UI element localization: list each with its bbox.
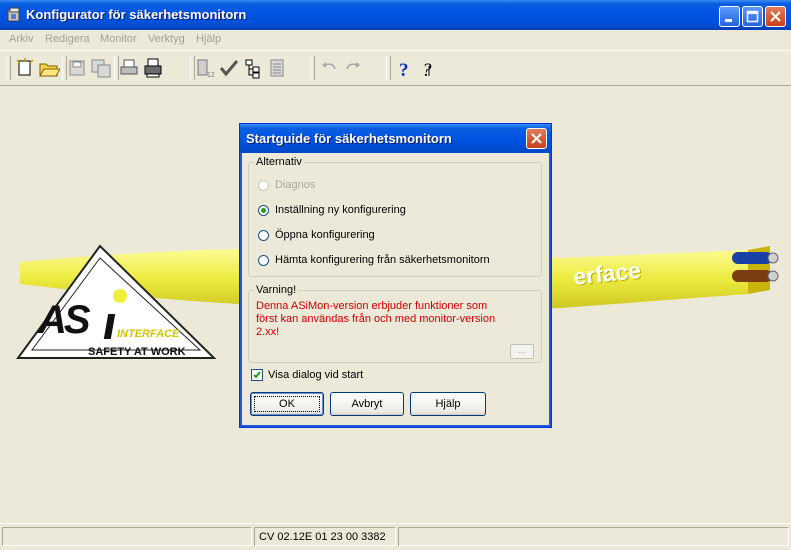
redo-icon — [346, 62, 360, 70]
close-icon — [531, 133, 542, 144]
close-button[interactable] — [765, 6, 786, 27]
checkmark-icon — [253, 371, 261, 379]
help-button[interactable]: ? — [394, 57, 416, 81]
alternativ-label: Alternativ — [254, 156, 304, 168]
menu-bar: Arkiv Redigera Monitor Verktyg Hjälp — [0, 30, 791, 48]
more-button[interactable]: ... — [510, 344, 534, 359]
warning-text: Denna ASiMon-version erbjuder funktioner… — [256, 300, 496, 338]
window-title: Konfigurator för säkerhetsmonitorn — [26, 7, 247, 22]
open-icon — [39, 63, 61, 77]
menu-hjalp[interactable]: Hjälp — [196, 33, 221, 45]
menu-verktyg[interactable]: Verktyg — [148, 33, 185, 45]
toolbar-separator — [386, 56, 391, 80]
status-version: CV 02.12E 01 23 00 3382 — [259, 531, 386, 543]
ok-button[interactable]: OK — [250, 392, 324, 416]
menu-redigera[interactable]: Redigera — [45, 33, 90, 45]
logo-interface-text: INTERFACE — [117, 328, 180, 340]
svg-text:12: 12 — [207, 72, 215, 79]
show-at-start-label[interactable]: Visa dialog vid start — [268, 369, 363, 381]
status-bar: CV 02.12E 01 23 00 3382 — [0, 523, 791, 550]
dialog-close-button[interactable] — [526, 128, 547, 149]
help-icon: ? — [399, 60, 409, 81]
menu-monitor[interactable]: Monitor — [100, 33, 137, 45]
logo-as-text: AS — [38, 298, 91, 342]
monitor-download-button[interactable]: 12 — [194, 57, 216, 79]
print-setup-icon — [144, 58, 162, 78]
new-icon — [16, 58, 34, 76]
save-icon — [69, 60, 85, 76]
warning-label: Varning! — [254, 284, 299, 296]
startguide-dialog: Startguide för säkerhetsmonitorn Alterna… — [239, 123, 552, 428]
radio-hamta-konfigurering-label[interactable]: Hämta konfigurering från säkerhetsmonito… — [275, 254, 490, 266]
save-button[interactable] — [66, 57, 88, 79]
svg-text:?: ? — [422, 60, 432, 79]
minimize-button[interactable] — [719, 6, 740, 27]
svg-text:?: ? — [399, 60, 409, 79]
print-setup-button[interactable] — [142, 57, 164, 79]
list-button[interactable] — [266, 57, 288, 79]
undo-icon — [322, 62, 336, 70]
new-button[interactable] — [14, 57, 36, 79]
radio-hamta-konfigurering[interactable] — [258, 255, 269, 266]
save-all-icon — [91, 59, 111, 78]
monitor-download-icon: 12 — [197, 59, 215, 79]
open-button[interactable] — [38, 57, 61, 79]
alternativ-group: Alternativ Diagnos Inställning ny konfig… — [248, 156, 542, 277]
status-pane-version: CV 02.12E 01 23 00 3382 — [254, 527, 396, 546]
context-help-button[interactable]: ? — [418, 57, 440, 81]
save-all-button[interactable] — [90, 57, 112, 79]
radio-oppna-konfigurering-label[interactable]: Öppna konfigurering — [275, 229, 375, 241]
list-icon — [270, 59, 284, 77]
toolbar-separator — [310, 56, 315, 80]
app-config-icon — [7, 7, 20, 22]
print-icon — [120, 59, 138, 75]
status-pane-right — [398, 527, 789, 546]
cancel-button[interactable]: Avbryt — [330, 392, 404, 416]
show-at-start-checkbox[interactable] — [251, 369, 263, 381]
menu-arkiv[interactable]: Arkiv — [9, 33, 33, 45]
redo-button[interactable] — [342, 57, 364, 79]
window-title-bar[interactable]: Konfigurator för säkerhetsmonitorn — [0, 0, 791, 30]
cancel-button-label: Avbryt — [351, 398, 383, 410]
radio-oppna-konfigurering[interactable] — [258, 230, 269, 241]
print-button[interactable] — [118, 57, 140, 79]
maximize-button[interactable] — [742, 6, 763, 27]
dialog-title: Startguide för säkerhetsmonitorn — [246, 131, 452, 146]
tree-button[interactable] — [242, 57, 264, 79]
radio-ny-konfigurering[interactable] — [258, 205, 269, 216]
context-help-icon: ? — [422, 60, 432, 81]
undo-button[interactable] — [318, 57, 340, 79]
radio-ny-konfigurering-label[interactable]: Inställning ny konfigurering — [275, 204, 406, 216]
radio-selected-dot — [261, 208, 266, 213]
status-pane-left — [2, 527, 252, 546]
maximize-icon — [746, 10, 759, 23]
warning-group: Varning! Denna ASiMon-version erbjuder f… — [248, 284, 542, 363]
focus-rect — [254, 396, 320, 412]
toolbar: 12 ? ? — [0, 50, 791, 86]
help-button-label: Hjälp — [435, 398, 461, 410]
logo-safety-text: SAFETY AT WORK — [88, 346, 186, 358]
help-dialog-button[interactable]: Hjälp — [410, 392, 486, 416]
verify-button[interactable] — [218, 57, 240, 79]
radio-diagnos[interactable] — [258, 180, 269, 191]
dialog-title-bar[interactable]: Startguide för säkerhetsmonitorn — [240, 124, 551, 153]
verify-icon — [219, 60, 239, 77]
close-icon — [770, 11, 781, 22]
tree-icon — [245, 59, 260, 79]
toolbar-grip[interactable] — [6, 56, 11, 80]
radio-diagnos-label[interactable]: Diagnos — [275, 179, 315, 191]
minimize-icon — [725, 19, 732, 22]
